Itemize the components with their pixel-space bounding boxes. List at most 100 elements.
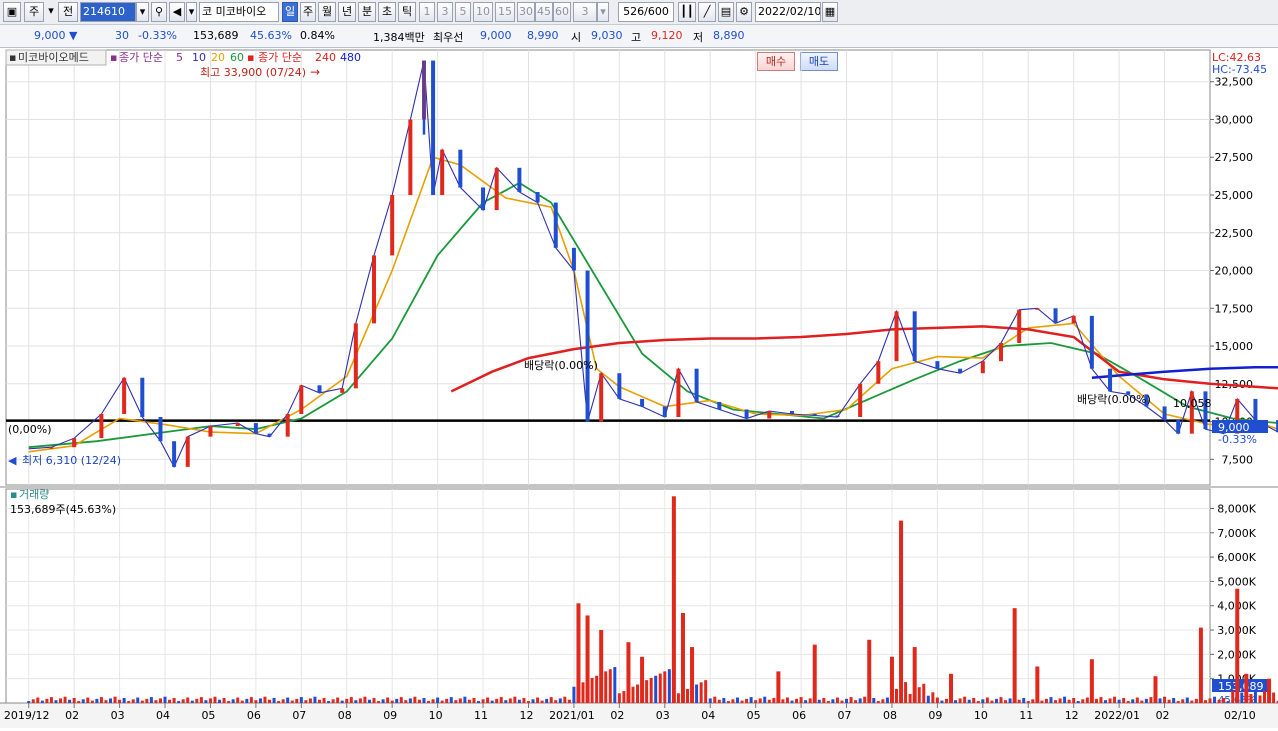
volume-bar bbox=[867, 639, 872, 703]
volume-bar bbox=[245, 698, 249, 703]
interval-45[interactable]: 45 bbox=[535, 2, 553, 22]
interval-dropdown-icon[interactable]: ▾ bbox=[597, 2, 609, 22]
volume-bar bbox=[940, 700, 944, 703]
candle bbox=[372, 255, 377, 324]
volume-bar bbox=[431, 699, 435, 703]
candle bbox=[585, 270, 590, 422]
period-year-tab[interactable]: 년 bbox=[338, 2, 356, 22]
volume-bar bbox=[113, 696, 117, 703]
volume-bar bbox=[81, 699, 85, 703]
count-max: /600 bbox=[644, 5, 669, 18]
candle-type-icon[interactable]: ┃┃ bbox=[678, 2, 696, 22]
count-field[interactable]: 526/600 bbox=[618, 2, 674, 22]
x-tick-label: 08 bbox=[338, 709, 352, 722]
volume-bar bbox=[377, 701, 381, 703]
price-volume-chart[interactable]: 7,50010,00012,50015,00017,50020,00022,50… bbox=[0, 48, 1278, 728]
candle bbox=[640, 398, 645, 407]
volume-bar bbox=[713, 696, 717, 703]
volume-bar bbox=[840, 700, 844, 703]
settings-icon[interactable]: ⚙ bbox=[736, 2, 752, 22]
interval-15[interactable]: 15 bbox=[495, 2, 515, 22]
date-field[interactable]: 2022/02/10 bbox=[755, 2, 821, 22]
volume-bar bbox=[944, 698, 948, 703]
volume-bar bbox=[272, 697, 276, 703]
draw-tool-icon[interactable]: ╱ bbox=[698, 2, 716, 22]
volume-bar bbox=[1022, 697, 1026, 703]
candle bbox=[267, 433, 272, 437]
calendar-icon[interactable]: ▦ bbox=[822, 2, 838, 22]
candle bbox=[958, 368, 963, 374]
price-tick-label: 20,000 bbox=[1215, 265, 1254, 278]
interval-5[interactable]: 5 bbox=[455, 2, 471, 22]
volume-bar bbox=[863, 696, 867, 703]
prev-button[interactable]: 전 bbox=[58, 2, 78, 22]
volume-bar bbox=[1117, 699, 1121, 703]
candle bbox=[935, 361, 940, 369]
period-month-tab[interactable]: 월 bbox=[318, 2, 336, 22]
volume-bar bbox=[236, 697, 240, 703]
code-dropdown-icon[interactable]: ▾ bbox=[136, 2, 149, 22]
interval-10[interactable]: 10 bbox=[473, 2, 493, 22]
volume-panel-frame bbox=[5, 488, 1211, 704]
quote-amount: 1,384백만 bbox=[373, 31, 425, 44]
x-tick-label: 09 bbox=[928, 709, 942, 722]
ma20-line bbox=[28, 156, 1278, 453]
volume-bar bbox=[908, 694, 912, 703]
volume-bar bbox=[686, 688, 690, 703]
interval-3[interactable]: 3 bbox=[437, 2, 453, 22]
search-icon[interactable]: ⚲ bbox=[151, 2, 167, 22]
interval-30[interactable]: 30 bbox=[517, 2, 535, 22]
x-tick-label: 11 bbox=[1019, 709, 1033, 722]
candle bbox=[662, 406, 667, 418]
volume-bar bbox=[95, 698, 99, 703]
volume-bar bbox=[613, 667, 617, 703]
candle bbox=[1108, 368, 1113, 392]
period-minute-tab[interactable]: 분 bbox=[358, 2, 376, 22]
interval-select[interactable]: 3 bbox=[573, 2, 597, 22]
volume-bar bbox=[454, 700, 458, 703]
volume-bar bbox=[912, 647, 917, 703]
dividend-label-0: (0,00%) bbox=[8, 423, 52, 436]
candle bbox=[390, 195, 395, 256]
market-badge: 코 bbox=[202, 5, 213, 18]
volume-bar bbox=[1213, 696, 1217, 703]
volume-bar bbox=[949, 673, 954, 703]
interval-60[interactable]: 60 bbox=[553, 2, 571, 22]
window-icon[interactable]: ▣ bbox=[3, 2, 21, 22]
period-tick-tab[interactable]: 틱 bbox=[398, 2, 416, 22]
volume-bar bbox=[427, 701, 431, 703]
volume-bar bbox=[1031, 699, 1035, 703]
volume-bar bbox=[658, 673, 662, 703]
volume-bar bbox=[1231, 691, 1235, 703]
speaker-dropdown-icon[interactable]: ▾ bbox=[186, 2, 197, 22]
period-week-tab[interactable]: 주 bbox=[300, 2, 316, 22]
volume-bar bbox=[181, 699, 185, 703]
volume-bar bbox=[522, 697, 526, 703]
period-second-tab[interactable]: 초 bbox=[378, 2, 396, 22]
volume-bar bbox=[917, 687, 921, 703]
quote-price: 9,000 bbox=[34, 29, 66, 42]
speaker-icon[interactable]: ◀ bbox=[169, 2, 185, 22]
period-day-tab[interactable]: 일 bbox=[282, 2, 298, 22]
interval-1[interactable]: 1 bbox=[419, 2, 435, 22]
volume-tick-label: 5,000K bbox=[1217, 575, 1256, 588]
volume-bar bbox=[227, 701, 231, 703]
volume-bar bbox=[926, 695, 930, 703]
period-unit-select[interactable]: 주 bbox=[24, 2, 44, 22]
period-unit-dropdown-icon[interactable]: ▾ bbox=[46, 2, 56, 22]
stock-code-input[interactable]: 214610 bbox=[80, 2, 136, 22]
x-tick-label: 05 bbox=[747, 709, 761, 722]
candle bbox=[408, 119, 413, 195]
volume-bar bbox=[1063, 696, 1067, 703]
volume-bar bbox=[240, 700, 244, 703]
volume-bar bbox=[595, 675, 599, 703]
volume-bar bbox=[1190, 700, 1194, 703]
x-tick-label: 02 bbox=[1156, 709, 1170, 722]
x-axis-band bbox=[0, 703, 1278, 728]
volume-bar bbox=[590, 677, 594, 703]
legend-ma60: 60 bbox=[230, 51, 244, 64]
volume-bar bbox=[758, 698, 762, 703]
volume-bar bbox=[1181, 699, 1185, 703]
save-icon[interactable]: ▤ bbox=[718, 2, 734, 22]
volume-bar bbox=[1208, 698, 1212, 703]
